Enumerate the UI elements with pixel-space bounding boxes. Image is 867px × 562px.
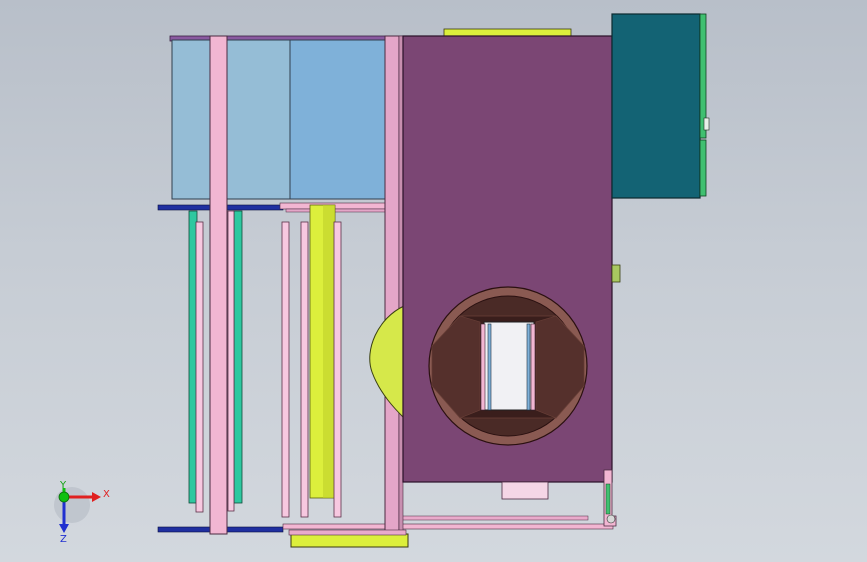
triad-origin-shade (54, 487, 90, 523)
left-vertical-post[interactable] (209, 35, 228, 535)
pink-tube[interactable] (195, 221, 204, 513)
pink-tube[interactable] (333, 221, 342, 518)
duct-outlet[interactable] (428, 286, 588, 446)
axis-triad-icon: X Y Z (54, 480, 110, 545)
lower-rail-pink-2[interactable] (397, 515, 589, 521)
housing-bottom-tab (501, 481, 549, 500)
impeller-blade (526, 323, 531, 411)
impeller-blade (480, 323, 486, 411)
pink-tube[interactable] (227, 210, 235, 512)
yellow-cylinder-shade (323, 205, 335, 498)
right-post-edge (398, 35, 404, 533)
pink-tube[interactable] (300, 221, 309, 518)
cabinet-latch[interactable] (703, 117, 710, 131)
teal-tube[interactable] (233, 210, 243, 504)
z-axis-label: Z (60, 534, 67, 545)
middle-tube-group[interactable] (281, 204, 342, 518)
right-vertical-post[interactable] (384, 35, 400, 533)
left-panel-light[interactable] (171, 39, 291, 200)
bracket-pin (606, 514, 616, 524)
upper-rail-pink[interactable] (279, 202, 403, 210)
z-axis-arrow (59, 524, 69, 533)
triad-origin (58, 491, 70, 503)
corner-bracket[interactable] (603, 469, 617, 527)
top-yellow-strip (443, 28, 572, 37)
control-cabinet[interactable] (611, 13, 710, 199)
impeller-window (483, 321, 535, 411)
housing-side-lug (611, 264, 621, 283)
x-axis-label: X (103, 489, 110, 500)
upper-panel-assembly[interactable] (169, 35, 403, 200)
x-axis-arrow (92, 492, 101, 502)
bottom-base-plate[interactable] (290, 533, 409, 548)
pink-tube[interactable] (281, 221, 290, 518)
cad-viewport[interactable]: X Y Z (0, 0, 867, 562)
cabinet-side-strip-lower (699, 139, 707, 197)
y-axis-label: Y (59, 480, 67, 491)
bracket-green (605, 483, 611, 515)
right-panel-blue[interactable] (289, 39, 386, 200)
bottom-base-plate-lip (288, 529, 407, 536)
lower-rail-pink[interactable] (282, 523, 614, 530)
impeller-blade (487, 323, 492, 411)
impeller-blade (530, 323, 536, 411)
cabinet-body[interactable] (611, 13, 701, 199)
